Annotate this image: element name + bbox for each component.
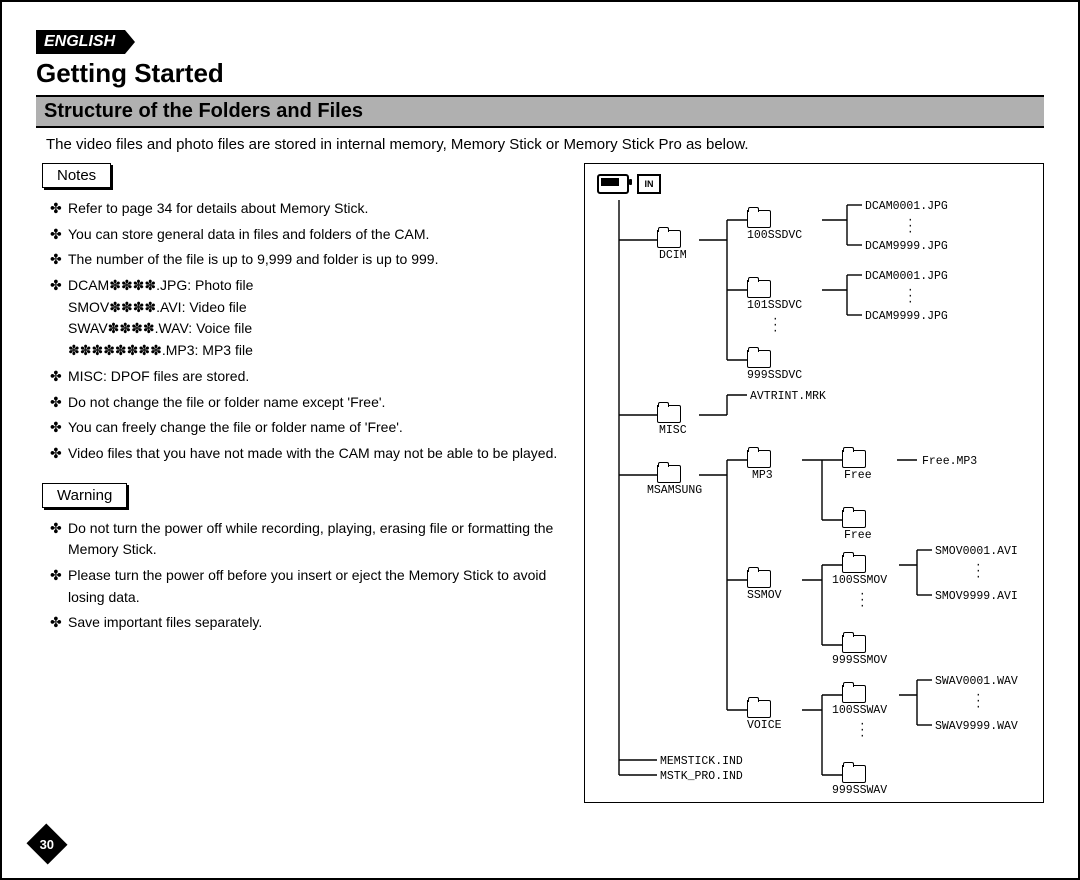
warning-list: Do not turn the power off while recordin…: [36, 518, 566, 634]
list-item: You can store general data in files and …: [50, 224, 562, 246]
folder-icon: [842, 635, 866, 653]
manual-page: ENGLISH Getting Started Structure of the…: [0, 0, 1080, 880]
note-line: DCAM✽✽✽✽.JPG: Photo file: [68, 277, 253, 293]
content-columns: Notes Refer to page 34 for details about…: [36, 163, 1044, 803]
vdots-icon: ···: [772, 317, 779, 335]
file-label: SWAV0001.WAV: [935, 675, 1018, 688]
page-number: 30: [40, 837, 54, 852]
intro-text: The video files and photo files are stor…: [46, 136, 1042, 153]
file-label: DCAM0001.JPG: [865, 270, 948, 283]
tree-lines: [597, 200, 1033, 800]
folder-label: MP3: [752, 469, 773, 482]
folder-icon: [842, 555, 866, 573]
list-item: Video files that you have not made with …: [50, 443, 562, 465]
file-label: MSTK_PRO.IND: [660, 770, 743, 783]
page-title: Getting Started: [36, 58, 1044, 89]
panel-status-icons: IN: [597, 174, 1031, 194]
right-column: IN: [584, 163, 1044, 803]
folder-tree-panel: IN: [584, 163, 1044, 803]
language-wrap: ENGLISH: [36, 30, 1044, 54]
file-label: SMOV0001.AVI: [935, 545, 1018, 558]
vdots-icon: ···: [859, 722, 866, 740]
left-column: Notes Refer to page 34 for details about…: [36, 163, 566, 803]
language-badge: ENGLISH: [36, 30, 125, 54]
folder-label: Free: [844, 469, 872, 482]
folder-icon: [842, 765, 866, 783]
note-subline: ✽✽✽✽✽✽✽✽.MP3: MP3 file: [68, 340, 562, 362]
file-label: SWAV9999.WAV: [935, 720, 1018, 733]
folder-label: MSAMSUNG: [647, 484, 702, 497]
folder-tree: DCIM 100SSDVC DCAM0001.JPG ··· DCAM9999.…: [597, 200, 1031, 792]
folder-label: 101SSDVC: [747, 299, 802, 312]
file-label: Free.MP3: [922, 455, 977, 468]
page-number-badge: 30: [26, 823, 67, 864]
folder-icon: [657, 230, 681, 248]
vdots-icon: ···: [907, 288, 914, 306]
notes-list: Refer to page 34 for details about Memor…: [36, 198, 566, 465]
folder-label: 100SSDVC: [747, 229, 802, 242]
folder-label: Free: [844, 529, 872, 542]
folder-label: MISC: [659, 424, 687, 437]
file-label: MEMSTICK.IND: [660, 755, 743, 768]
folder-icon: [747, 350, 771, 368]
folder-label: 999SSWAV: [832, 784, 887, 797]
internal-memory-icon: IN: [637, 174, 661, 194]
list-item: MISC: DPOF files are stored.: [50, 366, 562, 388]
list-item: Do not change the file or folder name ex…: [50, 392, 562, 414]
list-item: Save important files separately.: [50, 612, 562, 634]
folder-icon: [747, 450, 771, 468]
file-label: DCAM9999.JPG: [865, 310, 948, 323]
folder-icon: [747, 700, 771, 718]
note-subline: SMOV✽✽✽✽.AVI: Video file: [68, 297, 562, 319]
folder-icon: [842, 450, 866, 468]
file-label: SMOV9999.AVI: [935, 590, 1018, 603]
file-label: DCAM0001.JPG: [865, 200, 948, 213]
vdots-icon: ···: [859, 592, 866, 610]
folder-label: 999SSMOV: [832, 654, 887, 667]
folder-label: 999SSDVC: [747, 369, 802, 382]
vdots-icon: ···: [975, 563, 982, 581]
folder-icon: [842, 685, 866, 703]
note-subline: SWAV✽✽✽✽.WAV: Voice file: [68, 318, 562, 340]
file-label: AVTRINT.MRK: [750, 390, 826, 403]
list-item: DCAM✽✽✽✽.JPG: Photo file SMOV✽✽✽✽.AVI: V…: [50, 275, 562, 362]
section-header: Structure of the Folders and Files: [36, 95, 1044, 128]
folder-label: VOICE: [747, 719, 782, 732]
folder-icon: [657, 405, 681, 423]
list-item: Refer to page 34 for details about Memor…: [50, 198, 562, 220]
list-item: Please turn the power off before you ins…: [50, 565, 562, 608]
folder-label: 100SSWAV: [832, 704, 887, 717]
folder-label: DCIM: [659, 249, 687, 262]
list-item: You can freely change the file or folder…: [50, 417, 562, 439]
notes-header: Notes: [42, 163, 111, 188]
list-item: Do not turn the power off while recordin…: [50, 518, 562, 561]
list-item: The number of the file is up to 9,999 an…: [50, 249, 562, 271]
file-label: DCAM9999.JPG: [865, 240, 948, 253]
vdots-icon: ···: [907, 218, 914, 236]
folder-icon: [657, 465, 681, 483]
folder-icon: [747, 280, 771, 298]
folder-label: SSMOV: [747, 589, 782, 602]
folder-icon: [842, 510, 866, 528]
vdots-icon: ···: [975, 693, 982, 711]
folder-label: 100SSMOV: [832, 574, 887, 587]
warning-header: Warning: [42, 483, 127, 508]
folder-icon: [747, 210, 771, 228]
folder-icon: [747, 570, 771, 588]
battery-icon: [597, 174, 629, 194]
